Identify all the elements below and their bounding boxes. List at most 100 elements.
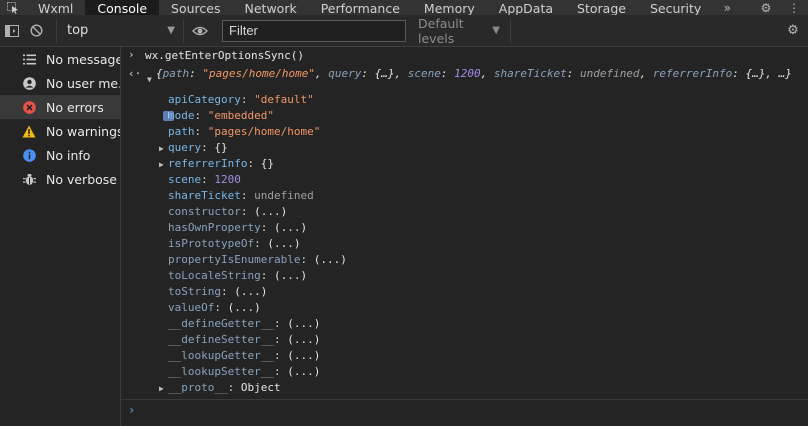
log-levels-label: Default levels: [418, 15, 464, 46]
tab-sources[interactable]: Sources: [159, 0, 232, 15]
caret-down-icon: ▼: [167, 25, 175, 36]
tab-memory[interactable]: Memory: [412, 0, 487, 15]
prop-row[interactable]: __defineSetter__: (...): [168, 332, 320, 348]
toolbar-divider: [510, 18, 511, 43]
prop-row[interactable]: __proto__: Object: [168, 380, 281, 396]
sidebar-item-verbose[interactable]: No verbose: [0, 167, 120, 191]
console-output: › wx.getEnterOptionsSync() ‹· ▼ {path: "…: [121, 47, 808, 426]
prop-value[interactable]: (...): [228, 301, 261, 314]
summary-value: {…}: [745, 67, 766, 80]
prop-row[interactable]: hasOwnProperty: (...): [168, 220, 307, 236]
prop-key: path: [168, 125, 195, 138]
prop-value: "embedded": [207, 109, 274, 122]
prop-value: Object: [240, 381, 281, 394]
toggle-sidebar-button[interactable]: [0, 15, 24, 47]
kebab-menu-icon: ⋮: [788, 0, 800, 15]
summary-value: "pages/home/home": [202, 67, 315, 80]
sidebar-item-errors[interactable]: No errors: [0, 95, 120, 119]
summary-key: shareTicket: [493, 67, 567, 80]
prop-value: {}: [260, 157, 274, 170]
expand-triangle-icon[interactable]: ▶: [159, 144, 164, 153]
collapse-triangle-icon[interactable]: ▼: [147, 75, 152, 84]
more-tabs-button[interactable]: »: [713, 0, 741, 15]
prop-value[interactable]: (...): [274, 269, 307, 282]
context-label: top: [67, 23, 89, 38]
context-selector[interactable]: top ▼: [56, 18, 184, 43]
prop-key: __proto__: [168, 381, 228, 394]
summary-tail: , …}: [765, 67, 792, 80]
expand-triangle-icon[interactable]: ▶: [159, 160, 164, 169]
tab-appdata[interactable]: AppData: [487, 0, 565, 15]
sidebar-item-label: No user me...: [46, 75, 120, 91]
sidebar-item-warnings[interactable]: No warnings: [0, 119, 120, 143]
prop-value[interactable]: (...): [287, 317, 320, 330]
prop-value[interactable]: (...): [287, 349, 320, 362]
eye-icon: [192, 26, 208, 35]
sidebar-item-user-messages[interactable]: No user me...: [0, 71, 120, 95]
prop-row[interactable]: toString: (...): [168, 284, 267, 300]
prop-value[interactable]: (...): [287, 333, 320, 346]
prop-value[interactable]: (...): [274, 221, 307, 234]
more-options-button[interactable]: ⋮: [780, 0, 808, 15]
prop-value[interactable]: (...): [314, 253, 347, 266]
prop-key: __lookupGetter__: [168, 349, 274, 362]
result-summary[interactable]: {path: "pages/home/home", query: {…}, sc…: [156, 66, 792, 82]
console-settings-button[interactable]: ⚙: [778, 15, 808, 47]
sidebar-item-label: No verbose: [46, 171, 117, 187]
summary-key: query: [328, 67, 362, 80]
tab-network[interactable]: Network: [233, 0, 309, 15]
summary-key: scene: [407, 67, 441, 80]
log-levels-dropdown[interactable]: Default levels ▼: [414, 15, 500, 46]
prop-row[interactable]: apiCategory: "default": [168, 92, 314, 108]
prop-key: toString: [168, 285, 221, 298]
console-toolbar: top ▼ Default levels ▼ ⚙: [0, 15, 808, 47]
settings-button[interactable]: ⚙: [752, 0, 780, 15]
sidebar-item-label: No warnings: [46, 123, 120, 139]
inspect-element-button[interactable]: [0, 0, 26, 15]
prop-row[interactable]: scene: 1200: [168, 172, 241, 188]
filter-input[interactable]: [222, 19, 406, 42]
prop-row[interactable]: toLocaleString: (...): [168, 268, 307, 284]
live-expression-button[interactable]: [188, 15, 212, 47]
tab-console[interactable]: Console: [85, 0, 160, 15]
prop-value[interactable]: (...): [234, 285, 267, 298]
bug-icon: [22, 172, 36, 186]
prop-row[interactable]: valueOf: (...): [168, 300, 261, 316]
prop-value: {}: [214, 141, 228, 154]
expand-triangle-icon[interactable]: ▶: [159, 384, 164, 393]
tab-storage[interactable]: Storage: [565, 0, 638, 15]
prop-key: valueOf: [168, 301, 215, 314]
prop-row[interactable]: mode: "embedded": [168, 108, 274, 124]
prop-key: toLocaleString: [168, 269, 261, 282]
sidebar-item-label: No messages: [46, 51, 120, 67]
prop-row[interactable]: propertyIsEnumerable: (...): [168, 252, 347, 268]
sidebar-item-messages[interactable]: No messages: [0, 47, 120, 71]
sidebar-item-info[interactable]: No info: [0, 143, 120, 167]
input-prompt-icon: ›: [128, 48, 135, 61]
prop-row[interactable]: __lookupGetter__: (...): [168, 348, 320, 364]
sidebar-item-label: No errors: [46, 99, 104, 115]
prop-row[interactable]: isPrototypeOf: (...): [168, 236, 300, 252]
list-icon: [22, 52, 36, 66]
double-chevron-icon: »: [723, 0, 731, 15]
prop-key: isPrototypeOf: [168, 237, 255, 250]
tab-security[interactable]: Security: [638, 0, 713, 15]
prop-row[interactable]: __lookupSetter__: (...): [168, 364, 320, 380]
prop-row[interactable]: path: "pages/home/home": [168, 124, 320, 140]
prop-value[interactable]: (...): [287, 365, 320, 378]
console-input[interactable]: ›: [121, 399, 808, 426]
prop-row[interactable]: constructor: (...): [168, 204, 287, 220]
prop-value: "default": [254, 93, 314, 106]
prop-value[interactable]: (...): [267, 237, 300, 250]
tab-wxml[interactable]: Wxml: [26, 0, 85, 15]
prop-row[interactable]: shareTicket: undefined: [168, 188, 314, 204]
clear-console-button[interactable]: [24, 15, 48, 47]
prop-key: hasOwnProperty: [168, 221, 261, 234]
prop-row[interactable]: __defineGetter__: (...): [168, 316, 320, 332]
prop-value: undefined: [254, 189, 314, 202]
tab-performance[interactable]: Performance: [309, 0, 412, 15]
prop-key: __defineGetter__: [168, 317, 274, 330]
prop-value[interactable]: (...): [254, 205, 287, 218]
prop-row[interactable]: referrerInfo: {}: [168, 156, 274, 172]
prop-row[interactable]: query: {}: [168, 140, 228, 156]
